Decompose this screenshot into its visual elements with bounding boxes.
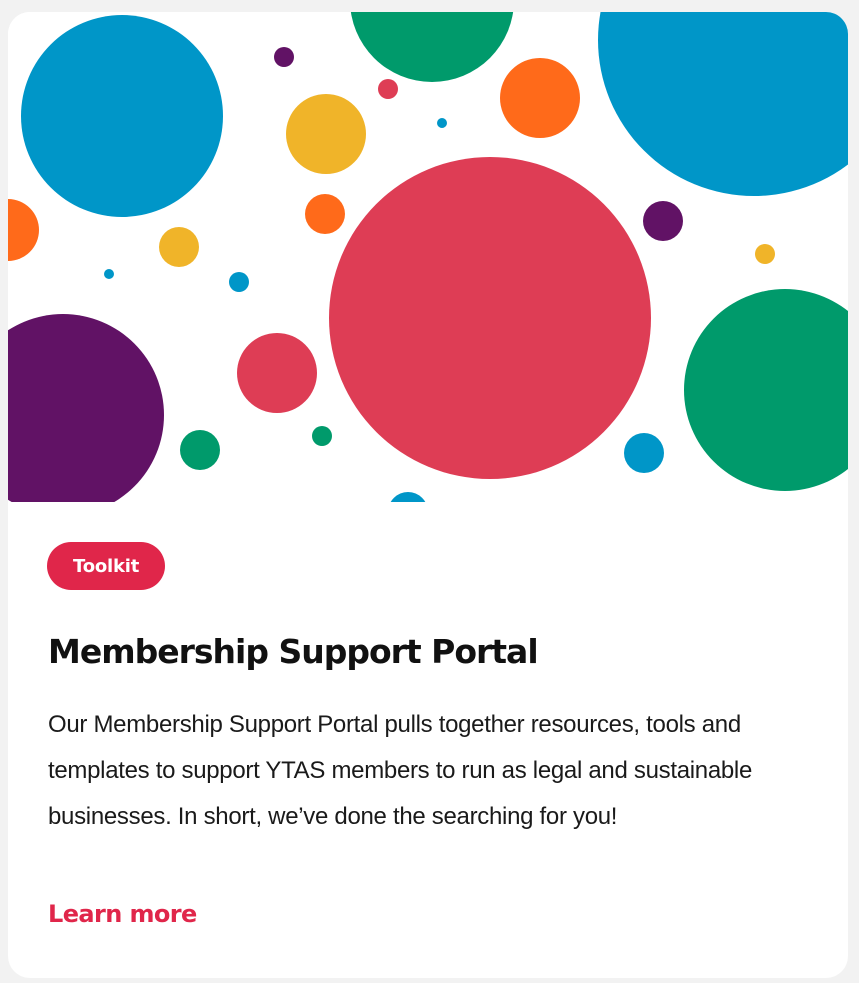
yellow-dot: [286, 94, 366, 174]
orange-dot: [305, 194, 345, 234]
purple-dot: [643, 201, 683, 241]
blue-dot: [390, 492, 426, 502]
blue-dot: [624, 433, 664, 473]
orange-dot: [8, 199, 39, 261]
red-dot: [329, 157, 651, 479]
yellow-dot: [159, 227, 199, 267]
purple-dot: [8, 314, 164, 502]
blue-dot: [598, 12, 848, 196]
hero-illustration: [8, 12, 848, 502]
yellow-dot: [755, 244, 775, 264]
green-dot: [180, 430, 220, 470]
green-dot: [350, 12, 514, 82]
red-dot: [378, 79, 398, 99]
orange-dot: [500, 58, 580, 138]
toolkit-card[interactable]: Toolkit Membership Support Portal Our Me…: [8, 12, 848, 978]
blue-dot: [229, 272, 249, 292]
blue-dot: [21, 15, 223, 217]
learn-more-link[interactable]: Learn more: [48, 900, 197, 928]
card-description: Our Membership Support Portal pulls toge…: [48, 711, 753, 830]
category-badge: Toolkit: [47, 542, 166, 590]
purple-dot: [274, 47, 294, 67]
card-title: Membership Support Portal: [48, 632, 539, 671]
blue-dot: [437, 118, 447, 128]
red-dot: [237, 333, 317, 413]
green-dot: [684, 289, 848, 491]
confetti-dots-illustration: [8, 12, 848, 502]
green-dot: [312, 426, 332, 446]
blue-dot: [104, 269, 114, 279]
